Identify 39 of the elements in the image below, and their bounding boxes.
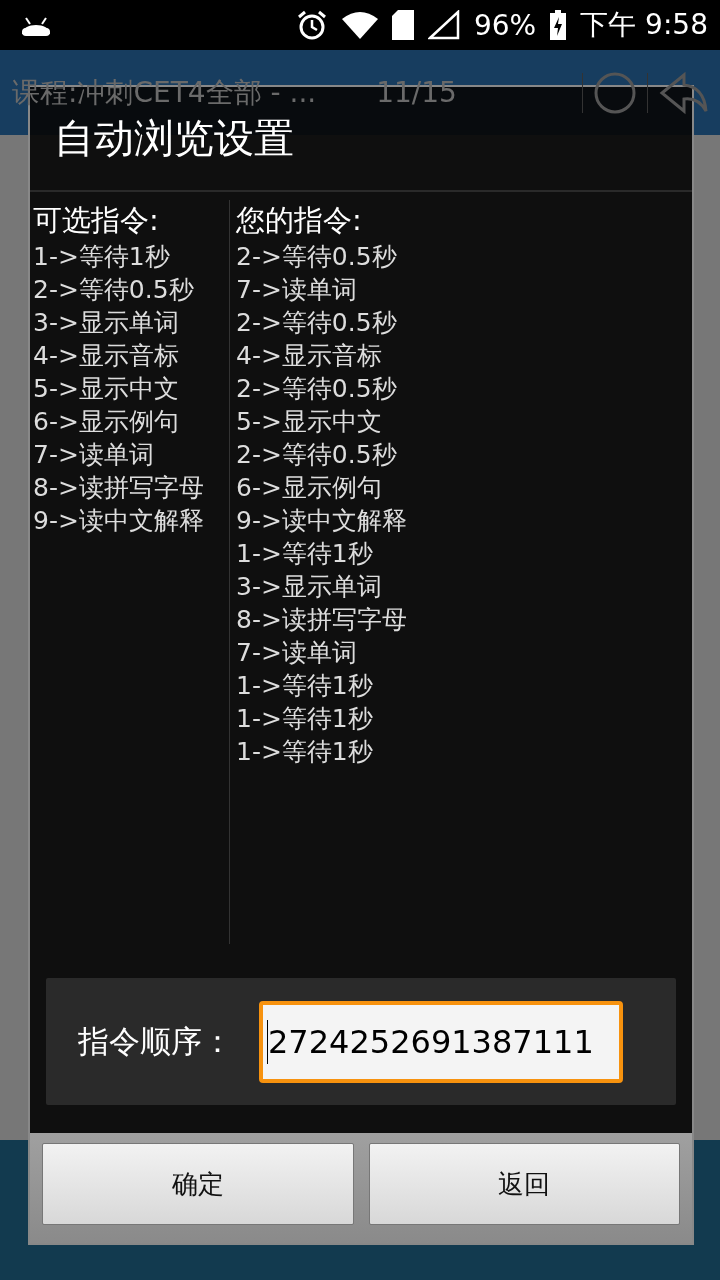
command-item: 7->读单词 — [236, 637, 358, 669]
command-item: 1->等待1秒 — [236, 538, 374, 570]
command-item: 2->等待0.5秒 — [236, 373, 398, 405]
available-commands-heading: 可选指令: — [33, 202, 160, 239]
sim-card-icon — [392, 10, 414, 40]
command-item: 6->显示例句 — [33, 406, 180, 438]
order-input-field[interactable]: 2724252691387111 — [259, 1000, 623, 1083]
command-item: 8->读拼写字母 — [236, 604, 407, 636]
command-item: 2->等待0.5秒 — [236, 307, 398, 339]
command-item: 1->等待1秒 — [236, 670, 374, 702]
command-item: 1->等待1秒 — [33, 241, 171, 273]
command-item: 9->读中文解释 — [33, 505, 205, 537]
alarm-icon — [296, 9, 328, 41]
clock-time: 下午 9:58 — [580, 7, 708, 43]
battery-icon — [550, 10, 567, 40]
command-item: 5->显示中文 — [33, 373, 180, 405]
command-item: 6->显示例句 — [236, 472, 383, 504]
signal-icon — [428, 10, 460, 40]
command-item: 2->等待0.5秒 — [33, 274, 195, 306]
command-item: 8->读拼写字母 — [33, 472, 205, 504]
order-label: 指令顺序： — [78, 1021, 233, 1061]
battery-percent: 96% — [474, 8, 537, 42]
command-item: 9->读中文解释 — [236, 505, 407, 537]
command-item: 5->显示中文 — [236, 406, 383, 438]
wifi-icon — [342, 11, 378, 39]
back-icon[interactable] — [658, 70, 708, 115]
command-item: 1->等待1秒 — [236, 736, 374, 768]
selected-commands-heading: 您的指令: — [236, 202, 363, 239]
command-item: 4->显示音标 — [33, 340, 180, 372]
command-item: 7->读单词 — [33, 439, 155, 471]
command-item: 3->显示单词 — [33, 307, 180, 339]
back-button[interactable]: 返回 — [368, 1143, 680, 1225]
command-item: 2->等待0.5秒 — [236, 241, 398, 273]
command-item: 1->等待1秒 — [236, 703, 374, 735]
command-item: 3->显示单词 — [236, 571, 383, 603]
command-item: 7->读单词 — [236, 274, 358, 306]
command-item: 2->等待0.5秒 — [236, 439, 398, 471]
command-item: 4->显示音标 — [236, 340, 383, 372]
confirm-button[interactable]: 确定 — [42, 1143, 354, 1225]
